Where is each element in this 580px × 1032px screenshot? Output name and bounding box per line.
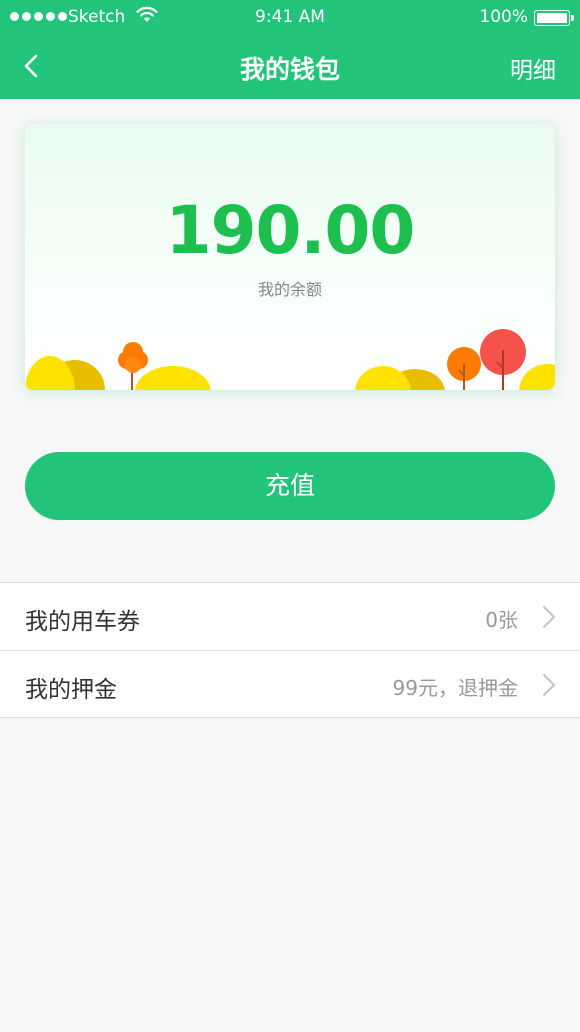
detail-link[interactable]: 明细 — [510, 51, 556, 85]
battery-icon — [534, 10, 574, 26]
chevron-right-icon — [543, 606, 555, 628]
balance-amount: 190.00 — [165, 192, 416, 269]
balance-card: 190.00 我的余额 — [25, 124, 555, 390]
recharge-button[interactable]: 充值 — [25, 452, 555, 520]
list-item-value: 0张 — [485, 608, 518, 632]
list-item-label: 我的用车券 — [25, 609, 140, 635]
battery-percentage: 100% — [479, 7, 528, 27]
list-item-deposit[interactable]: 我的押金 99元，退押金 — [0, 650, 580, 717]
page-title: 我的钱包 — [239, 55, 340, 84]
status-bar: Sketch 9:41 AM 100% — [0, 0, 580, 36]
header-bar: Sketch 9:41 AM 100% 我的钱包 明细 — [0, 0, 580, 99]
balance-label: 我的余额 — [257, 280, 322, 299]
list-item-coupons[interactable]: 我的用车券 0张 — [0, 583, 580, 650]
trees-illustration — [25, 329, 555, 390]
chevron-right-icon — [543, 674, 555, 696]
list-item-label: 我的押金 — [25, 677, 117, 703]
navigation-bar: 我的钱包 明细 — [0, 36, 580, 99]
list-item-value: 99元，退押金 — [392, 676, 518, 700]
wallet-options-list: 我的用车券 0张 我的押金 99元，退押金 — [0, 582, 580, 718]
